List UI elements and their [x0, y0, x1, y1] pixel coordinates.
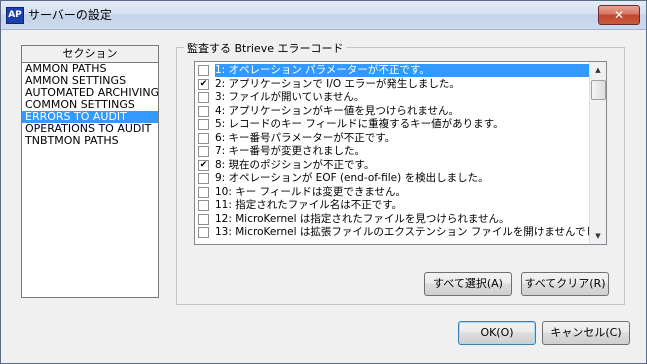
- error-label: 2: アプリケーションで I/O エラーが発生しました。: [215, 77, 460, 90]
- error-label: 1: オペレーション パラメーターが不正です。: [215, 64, 591, 77]
- scroll-up-icon[interactable]: ▲: [590, 62, 606, 78]
- error-row[interactable]: 9: オペレーションが EOF (end-of-file) を検出しました。: [195, 172, 589, 185]
- error-checkbox[interactable]: [198, 105, 209, 117]
- error-checkbox[interactable]: [198, 186, 209, 198]
- error-label: 5: レコードのキー フィールドに重複するキー値があります。: [215, 118, 504, 130]
- scroll-down-icon[interactable]: ▼: [590, 228, 606, 244]
- error-row[interactable]: 5: レコードのキー フィールドに重複するキー値があります。: [195, 118, 589, 131]
- error-codes-group-title: 監査する Btrieve エラーコード: [184, 40, 347, 56]
- error-label: 8: 現在のポジションが不正です。: [215, 158, 375, 171]
- error-row[interactable]: 6: キー番号パラメーターが不正です。: [195, 132, 589, 145]
- error-label: 11: 指定されたファイル名は不正です。: [215, 199, 403, 211]
- error-checkbox[interactable]: [198, 213, 209, 225]
- error-label: 3: ファイルが開いていません。: [215, 91, 365, 103]
- error-row[interactable]: 7: キー番号が変更されました。: [195, 145, 589, 158]
- error-checkbox[interactable]: [198, 132, 209, 144]
- error-row[interactable]: 4: アプリケーションがキー値を見つけられません。: [195, 105, 589, 118]
- section-item-ammon-paths[interactable]: AMMON PATHS: [22, 63, 158, 75]
- error-row[interactable]: 1: オペレーション パラメーターが不正です。: [195, 64, 591, 77]
- error-row[interactable]: 13: MicroKernel は拡張ファイルのエクステンション ファイルを開け…: [195, 226, 606, 239]
- section-item-tnbtmon-paths[interactable]: TNBTMON PATHS: [22, 135, 158, 147]
- section-list-header: セクション: [21, 45, 159, 63]
- section-item-operations-to-audit[interactable]: OPERATIONS TO AUDIT: [22, 123, 158, 135]
- error-checkbox[interactable]: [198, 200, 209, 211]
- error-row[interactable]: 3: ファイルが開いていません。: [195, 91, 589, 104]
- select-all-button[interactable]: すべて選択(A): [424, 272, 512, 296]
- error-row[interactable]: ✔ 2: アプリケーションで I/O エラーが発生しました。: [195, 78, 589, 91]
- error-checkbox[interactable]: [198, 227, 209, 238]
- error-list-scrollbar[interactable]: ▲ ▼: [589, 62, 606, 244]
- section-item-common-settings[interactable]: COMMON SETTINGS: [22, 99, 158, 111]
- error-label: 4: アプリケーションがキー値を見つけられません。: [215, 104, 460, 117]
- section-item-errors-to-audit[interactable]: ERRORS TO AUDIT: [22, 111, 158, 123]
- error-row[interactable]: ✔ 8: 現在のポジションが不正です。: [195, 159, 589, 172]
- clear-all-button[interactable]: すべてクリア(R): [521, 272, 609, 296]
- app-icon: AP: [6, 7, 24, 24]
- scroll-thumb[interactable]: [591, 80, 606, 100]
- error-row[interactable]: 12: MicroKernel は指定されたファイルを見つけられません。: [195, 213, 589, 226]
- window-title: サーバーの設定: [28, 8, 112, 22]
- error-checkbox[interactable]: [198, 92, 209, 103]
- section-item-ammon-settings[interactable]: AMMON SETTINGS: [22, 75, 158, 87]
- ok-button[interactable]: OK(O): [458, 321, 536, 345]
- error-label: 9: オペレーションが EOF (end-of-file) を検出しました。: [215, 172, 489, 184]
- error-checkbox[interactable]: [198, 119, 209, 130]
- error-label: 12: MicroKernel は指定されたファイルを見つけられません。: [215, 212, 510, 225]
- error-label: 7: キー番号が変更されました。: [215, 145, 366, 157]
- error-row[interactable]: 10: キー フィールドは変更できません。: [195, 186, 589, 199]
- error-label: 13: MicroKernel は拡張ファイルのエクステンション ファイルを開け…: [215, 226, 607, 238]
- cancel-button[interactable]: キャンセル(C): [542, 321, 630, 345]
- error-row[interactable]: 11: 指定されたファイル名は不正です。: [195, 199, 589, 212]
- error-code-list[interactable]: 1: オペレーション パラメーターが不正です。 ✔ 2: アプリケーションで I…: [194, 61, 607, 245]
- title-bar: AP サーバーの設定 ✕: [1, 1, 646, 30]
- server-settings-dialog: AP サーバーの設定 ✕ セクション AMMON PATHS AMMON SET…: [0, 0, 647, 364]
- error-checkbox[interactable]: ✔: [198, 78, 209, 90]
- error-checkbox[interactable]: [198, 146, 209, 157]
- section-list[interactable]: AMMON PATHS AMMON SETTINGS AUTOMATED ARC…: [21, 62, 159, 298]
- error-label: 6: キー番号パラメーターが不正です。: [215, 131, 396, 144]
- section-item-automated-archiving[interactable]: AUTOMATED ARCHIVING: [22, 87, 158, 99]
- error-label: 10: キー フィールドは変更できません。: [215, 185, 407, 198]
- close-button[interactable]: ✕: [598, 5, 640, 25]
- error-checkbox[interactable]: ✔: [198, 159, 209, 171]
- error-checkbox[interactable]: [198, 65, 209, 76]
- error-checkbox[interactable]: [198, 173, 209, 184]
